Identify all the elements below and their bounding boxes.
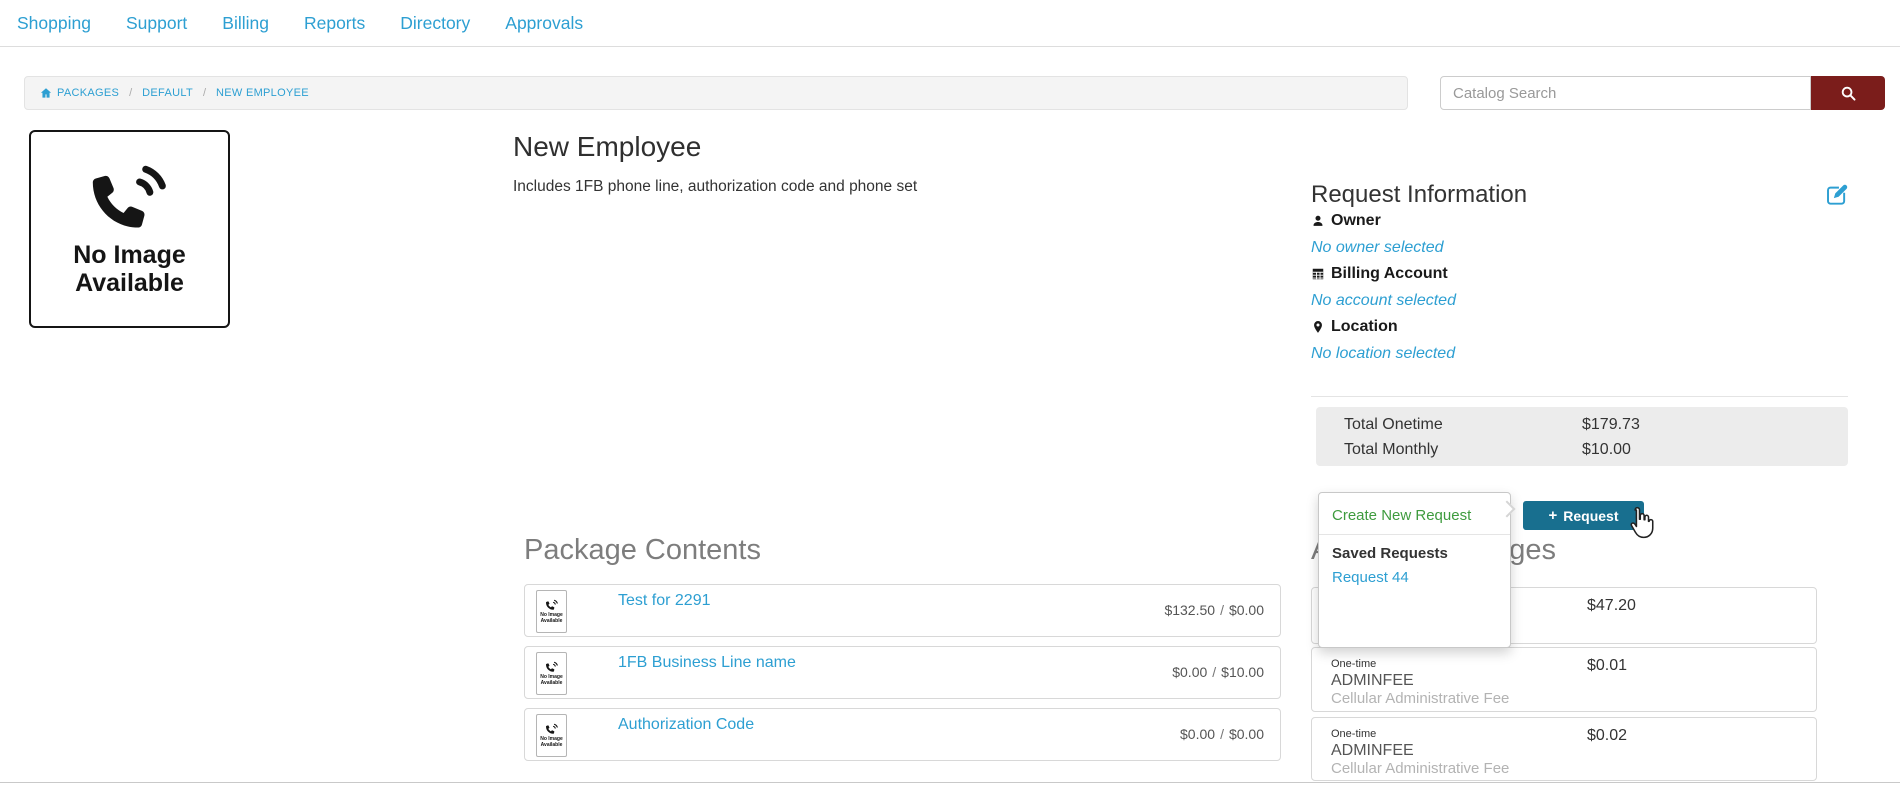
package-item-link[interactable]: Authorization Code <box>618 716 754 734</box>
package-contents-title: Package Contents <box>524 534 761 567</box>
price-monthly: $0.00 <box>1229 602 1264 618</box>
nav-item-reports[interactable]: Reports <box>304 13 365 34</box>
catalog-search-input[interactable] <box>1440 76 1811 110</box>
phone-icon <box>546 661 558 672</box>
edit-icon[interactable] <box>1824 182 1850 208</box>
location-value[interactable]: No location selected <box>1311 345 1455 363</box>
no-image-text: No Image Available <box>538 736 566 749</box>
request-dropdown-menu: Create New Request Saved Requests Reques… <box>1318 492 1511 648</box>
package-description: Includes 1FB phone line, authorization c… <box>513 178 917 196</box>
package-item-link[interactable]: 1FB Business Line name <box>618 654 796 672</box>
billing-table-icon <box>1311 267 1325 281</box>
nav-item-support[interactable]: Support <box>126 13 187 34</box>
map-marker-icon <box>1311 320 1325 334</box>
request-button-label: Request <box>1563 508 1618 524</box>
item-thumbnail: No Image Available <box>536 652 567 695</box>
breadcrumb-new-employee[interactable]: NEW EMPLOYEE <box>216 87 309 99</box>
total-monthly-label: Total Monthly <box>1344 441 1582 459</box>
charge-description: Cellular Administrative Fee <box>1331 760 1509 777</box>
breadcrumb-packages[interactable]: PACKAGES <box>40 87 119 99</box>
menu-item-create-new-request[interactable]: Create New Request <box>1319 507 1510 524</box>
location-label: Location <box>1311 318 1398 336</box>
owner-label-text: Owner <box>1331 212 1381 230</box>
page: Shopping Support Billing Reports Directo… <box>0 0 1900 790</box>
charge-row: One-time ADMINFEE Cellular Administrativ… <box>1311 647 1817 712</box>
charge-frequency: One-time <box>1331 658 1376 670</box>
charge-code: ADMINFEE <box>1331 672 1414 690</box>
charge-frequency: One-time <box>1331 728 1376 740</box>
package-item-price: $0.00 / $0.00 <box>1180 726 1264 742</box>
nav-item-directory[interactable]: Directory <box>400 13 470 34</box>
no-image-text: No Image Available <box>50 241 210 298</box>
no-image-text: No Image Available <box>538 612 566 625</box>
package-item-price: $0.00 / $10.00 <box>1172 664 1264 680</box>
owner-label: Owner <box>1311 212 1381 230</box>
request-button[interactable]: + Request <box>1523 501 1644 530</box>
totals-summary: Total Onetime$179.73 Total Monthly$10.00 <box>1316 407 1848 466</box>
charge-description: Cellular Administrative Fee <box>1331 690 1509 707</box>
package-item-row: No Image Available Test for 2291 $132.50… <box>524 584 1281 637</box>
total-onetime-label: Total Onetime <box>1344 416 1582 434</box>
plus-icon: + <box>1549 508 1558 523</box>
request-information-title: Request Information <box>1311 181 1527 209</box>
package-item-row: No Image Available Authorization Code $0… <box>524 708 1281 761</box>
breadcrumb: PACKAGES / DEFAULT / NEW EMPLOYEE <box>24 76 1408 110</box>
location-label-text: Location <box>1331 318 1398 336</box>
menu-item-request-44[interactable]: Request 44 <box>1319 569 1510 586</box>
billing-account-label: Billing Account <box>1311 265 1448 283</box>
price-separator: / <box>1220 602 1224 618</box>
no-image-text: No Image Available <box>538 674 566 687</box>
phone-icon <box>546 723 558 734</box>
user-icon <box>1311 214 1325 228</box>
price-separator: / <box>1220 726 1224 742</box>
top-nav: Shopping Support Billing Reports Directo… <box>0 0 1900 47</box>
package-item-row: No Image Available 1FB Business Line nam… <box>524 646 1281 699</box>
billing-account-value[interactable]: No account selected <box>1311 292 1456 310</box>
price-monthly: $10.00 <box>1221 664 1264 680</box>
total-onetime-value: $179.73 <box>1582 416 1640 433</box>
charge-amount: $0.01 <box>1587 657 1627 675</box>
total-onetime-row: Total Onetime$179.73 <box>1344 416 1848 441</box>
package-item-link[interactable]: Test for 2291 <box>618 592 711 610</box>
nav-item-approvals[interactable]: Approvals <box>505 13 583 34</box>
search-icon <box>1840 85 1857 102</box>
price-separator: / <box>1212 664 1216 680</box>
nav-item-billing[interactable]: Billing <box>222 13 269 34</box>
package-item-price: $132.50 / $0.00 <box>1164 602 1264 618</box>
total-monthly-value: $10.00 <box>1582 441 1631 458</box>
price-onetime: $0.00 <box>1172 664 1207 680</box>
breadcrumb-separator: / <box>203 87 206 99</box>
breadcrumb-separator: / <box>129 87 132 99</box>
menu-divider <box>1319 534 1510 535</box>
price-monthly: $0.00 <box>1229 726 1264 742</box>
home-icon <box>40 87 52 99</box>
product-no-image-placeholder: No Image Available <box>29 130 230 328</box>
breadcrumb-label: DEFAULT <box>142 87 193 99</box>
nav-item-shopping[interactable]: Shopping <box>17 13 91 34</box>
charge-amount: $47.20 <box>1587 597 1636 615</box>
price-onetime: $0.00 <box>1180 726 1215 742</box>
charge-code: ADMINFEE <box>1331 742 1414 760</box>
charge-row: One-time ADMINFEE Cellular Administrativ… <box>1311 717 1817 781</box>
price-onetime: $132.50 <box>1164 602 1215 618</box>
breadcrumb-default[interactable]: DEFAULT <box>142 87 193 99</box>
footer-divider <box>0 782 1900 783</box>
item-thumbnail: No Image Available <box>536 590 567 633</box>
catalog-search-button[interactable] <box>1811 76 1885 110</box>
phone-icon <box>92 161 168 229</box>
total-monthly-row: Total Monthly$10.00 <box>1344 441 1848 466</box>
page-title: New Employee <box>513 131 701 163</box>
saved-requests-header: Saved Requests <box>1319 545 1510 562</box>
charge-amount: $0.02 <box>1587 727 1627 745</box>
phone-icon <box>546 599 558 610</box>
owner-value[interactable]: No owner selected <box>1311 239 1444 257</box>
divider <box>1311 396 1848 397</box>
breadcrumb-label: NEW EMPLOYEE <box>216 87 309 99</box>
breadcrumb-label: PACKAGES <box>57 87 119 99</box>
item-thumbnail: No Image Available <box>536 714 567 757</box>
billing-account-label-text: Billing Account <box>1331 265 1448 283</box>
